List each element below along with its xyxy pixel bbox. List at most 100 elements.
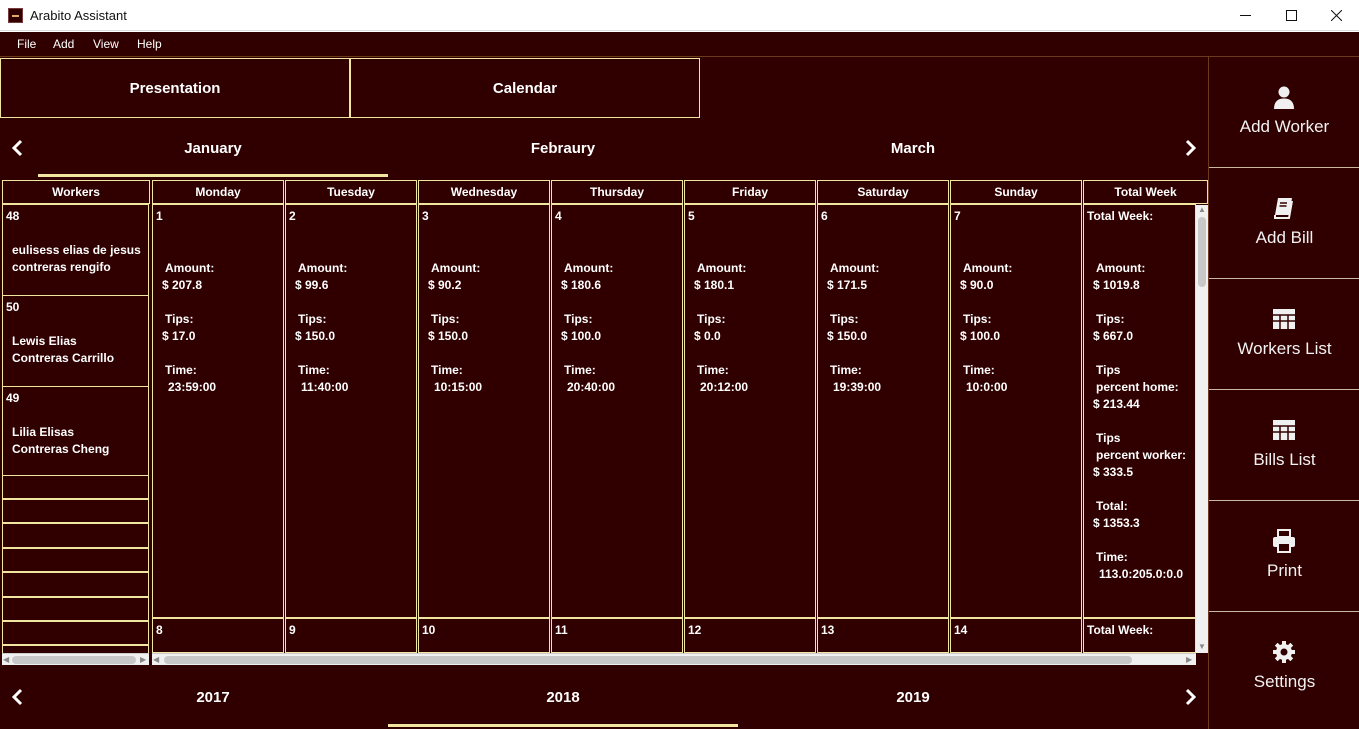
day-cell[interactable]: 3 Amount: $ 90.2 Tips: $ 150.0 Time: 10:…	[418, 204, 550, 618]
menu-view[interactable]: View	[93, 37, 119, 51]
time-label: Time:	[165, 363, 197, 377]
worker-row[interactable]: 50 Lewis Elias Contreras Carrillo	[2, 295, 149, 387]
day-cell[interactable]: 14	[950, 618, 1082, 653]
time-label: Time:	[697, 363, 729, 377]
empty-worker-row-divider	[2, 620, 149, 622]
day-cell[interactable]: 4 Amount: $ 180.6 Tips: $ 100.0 Time: 20…	[551, 204, 683, 618]
year-2017[interactable]: 2017	[38, 689, 388, 706]
month-february[interactable]: Febraury	[388, 140, 738, 157]
amount-value: $ 171.5	[827, 278, 868, 292]
tips-label: Tips:	[298, 312, 327, 326]
menu-file[interactable]: File	[17, 37, 36, 51]
day-cell[interactable]: 8	[152, 618, 284, 653]
scroll-left-arrow-icon[interactable]: ◀	[153, 655, 159, 665]
calendar-vertical-scrollbar[interactable]: ▲ ▼	[1196, 205, 1208, 653]
day-cell[interactable]: 13	[817, 618, 949, 653]
tips-value: $ 100.0	[960, 329, 1001, 343]
empty-worker-row-divider	[2, 498, 149, 500]
close-button[interactable]	[1313, 0, 1359, 31]
workers-list-button[interactable]: Workers List	[1209, 279, 1359, 390]
day-cell[interactable]: 11	[551, 618, 683, 653]
header-wednesday: Wednesday	[418, 180, 550, 204]
day-cell[interactable]: 5 Amount: $ 180.1 Tips: $ 0.0 Time: 20:1…	[684, 204, 816, 618]
day-number: 3	[422, 209, 429, 223]
window-title: Arabito Assistant	[30, 8, 127, 23]
menu-bar: File Add View Help	[0, 32, 1359, 57]
next-year-button[interactable]	[1179, 685, 1203, 709]
calendar-horizontal-scrollbar[interactable]: ◀ ▶	[152, 653, 1196, 665]
horizontal-scroll-thumb[interactable]	[164, 656, 1132, 664]
amount-label: Amount:	[697, 261, 747, 275]
prev-month-button[interactable]	[5, 136, 29, 160]
tips-value: $ 150.0	[428, 329, 469, 343]
menu-help[interactable]: Help	[137, 37, 162, 51]
person-icon	[1274, 86, 1294, 109]
total-amount-value: $ 1019.8	[1093, 278, 1140, 292]
worker-row[interactable]: 49 Lilia Elisas Contreras Cheng	[2, 386, 149, 476]
day-cell[interactable]: 2 Amount: $ 99.6 Tips: $ 150.0 Time: 11:…	[285, 204, 417, 618]
empty-worker-row-divider	[2, 571, 149, 573]
worker-id: 48	[6, 209, 20, 223]
day-cell[interactable]: 7 Amount: $ 90.0 Tips: $ 100.0 Time: 10:…	[950, 204, 1082, 618]
month-january[interactable]: January	[38, 140, 388, 157]
minimize-button[interactable]	[1222, 0, 1268, 31]
tips-label: Tips:	[697, 312, 726, 326]
day-cell[interactable]: 12	[684, 618, 816, 653]
amount-label: Amount:	[431, 261, 481, 275]
menu-add[interactable]: Add	[53, 37, 74, 51]
amount-value: $ 90.0	[960, 278, 994, 292]
total-tips-value: $ 667.0	[1093, 329, 1134, 343]
time-label: Time:	[564, 363, 596, 377]
year-2018[interactable]: 2018	[388, 689, 738, 706]
time-value: 20:40:00	[567, 380, 616, 394]
add-bill-label: Add Bill	[1255, 228, 1314, 247]
table-icon	[1273, 309, 1295, 329]
vertical-scroll-thumb[interactable]	[1198, 217, 1206, 287]
tips-label: Tips:	[1096, 312, 1125, 326]
tab-presentation[interactable]: Presentation	[0, 58, 350, 118]
tips-label: Tips:	[431, 312, 460, 326]
day-number: 11	[555, 623, 568, 637]
add-worker-button[interactable]: Add Worker	[1209, 57, 1359, 168]
table-icon	[1273, 420, 1295, 440]
day-cell[interactable]: 10	[418, 618, 550, 653]
horizontal-scroll-thumb[interactable]	[12, 656, 136, 664]
next-month-button[interactable]	[1179, 136, 1203, 160]
scroll-down-arrow-icon[interactable]: ▼	[1198, 642, 1206, 652]
add-bill-button[interactable]: Add Bill	[1209, 168, 1359, 279]
print-button[interactable]: Print	[1209, 501, 1359, 612]
day-number: 1	[156, 209, 163, 223]
chevron-left-icon	[11, 139, 23, 157]
tips-home-label: Tips	[1096, 363, 1121, 377]
scroll-up-arrow-icon[interactable]: ▲	[1198, 205, 1206, 215]
year-2019[interactable]: 2019	[738, 689, 1088, 706]
day-cell[interactable]: 9	[285, 618, 417, 653]
scroll-right-arrow-icon[interactable]: ▶	[140, 655, 146, 665]
tips-home-value: $ 213.44	[1093, 397, 1140, 411]
worker-row[interactable]: 48 eulisess elias de jesus contreras ren…	[2, 204, 149, 296]
settings-button[interactable]: Settings	[1209, 612, 1359, 723]
total-week-cell: Total Week:	[1083, 618, 1196, 653]
chevron-right-icon	[1185, 139, 1197, 157]
month-march[interactable]: March	[738, 140, 1088, 157]
day-cell[interactable]: 1 Amount: $ 207.8 Tips: $ 17.0 Time: 23:…	[152, 204, 284, 618]
prev-year-button[interactable]	[5, 685, 29, 709]
scroll-right-arrow-icon[interactable]: ▶	[1186, 655, 1192, 665]
scroll-left-arrow-icon[interactable]: ◀	[3, 655, 9, 665]
amount-value: $ 207.8	[162, 278, 203, 292]
worker-surname: Contreras Carrillo	[12, 351, 115, 365]
time-label: Time:	[431, 363, 463, 377]
workers-horizontal-scrollbar[interactable]: ◀ ▶	[2, 653, 149, 665]
book-icon	[1274, 198, 1293, 219]
worker-surname: contreras rengifo	[12, 260, 111, 274]
time-value: 19:39:00	[833, 380, 882, 394]
minimize-icon	[1239, 15, 1251, 16]
title-bar: Arabito Assistant	[0, 0, 1359, 31]
bills-list-button[interactable]: Bills List	[1209, 390, 1359, 501]
total-week-label: Total Week:	[1087, 623, 1154, 637]
day-cell[interactable]: 6 Amount: $ 171.5 Tips: $ 150.0 Time: 19…	[817, 204, 949, 618]
close-icon	[1330, 10, 1342, 21]
maximize-button[interactable]	[1268, 0, 1314, 31]
worker-id: 49	[6, 391, 20, 405]
tab-calendar[interactable]: Calendar	[350, 58, 700, 118]
